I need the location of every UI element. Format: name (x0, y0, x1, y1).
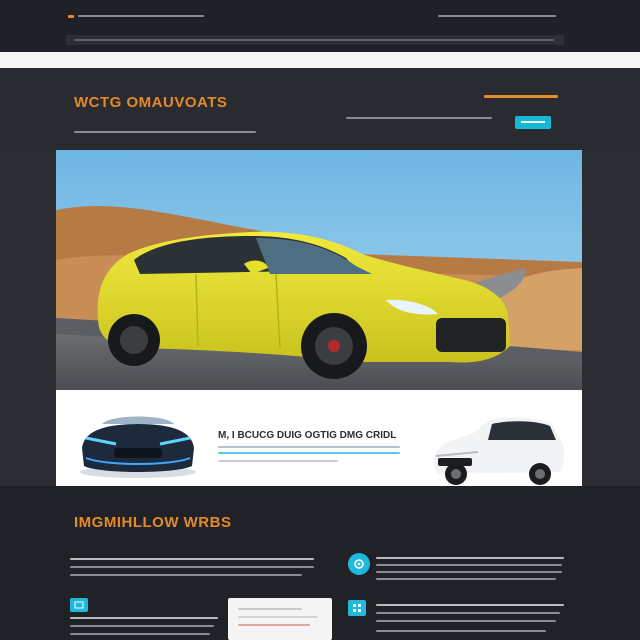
header-tagline (346, 117, 492, 119)
nav-brand-text[interactable] (78, 15, 204, 17)
body-text-line (70, 633, 210, 635)
body-text-line (376, 557, 564, 559)
header-subtitle (74, 131, 256, 133)
page-headline: WCTG OMAUVOATS (74, 94, 228, 111)
section-title: IMGMIHLLOW WRBS (74, 514, 232, 531)
hero-side-panel-right (582, 150, 640, 486)
nav-search-bar[interactable] (66, 35, 564, 45)
nav-links[interactable] (438, 15, 556, 17)
top-nav-bar (0, 0, 640, 52)
feature-caption: M, I BCUCG DUIG OGTIG DMG CRIDL (218, 430, 397, 441)
body-text-line (376, 564, 562, 566)
header-cta-button[interactable] (515, 116, 551, 129)
nav-logo-mark[interactable] (68, 15, 74, 18)
feature-caption-subline (218, 446, 400, 448)
document-icon-glyph (74, 601, 84, 609)
feature-caption-detail (218, 460, 338, 462)
body-text-line (376, 578, 556, 580)
body-text-line (70, 617, 218, 619)
hero-side-panel-left (0, 150, 56, 486)
grid-icon-glyph (353, 604, 361, 612)
white-suv-thumbnail[interactable] (428, 412, 568, 486)
card-text-line (238, 616, 318, 618)
body-text-line (376, 604, 564, 606)
body-text-line (376, 612, 560, 614)
gear-icon-glyph (354, 559, 364, 569)
preview-card[interactable] (228, 598, 332, 640)
grid-icon[interactable] (348, 600, 366, 616)
body-text-line (376, 630, 546, 632)
header-orange-link[interactable] (484, 95, 558, 98)
body-text-line (70, 558, 314, 560)
feature-row: M, I BCUCG DUIG OGTIG DMG CRIDL (56, 390, 582, 486)
body-text-line (70, 625, 214, 627)
gear-icon[interactable] (348, 553, 370, 575)
hero-image (56, 150, 582, 390)
divider-strip (0, 52, 640, 68)
body-text-line (70, 574, 302, 576)
card-text-line (238, 608, 302, 610)
blue-car-thumbnail[interactable] (76, 408, 200, 480)
body-text-line (376, 571, 562, 573)
feature-caption-accent (218, 452, 400, 454)
hero-car-illustration (56, 150, 582, 390)
body-text-line (70, 566, 314, 568)
document-icon[interactable] (70, 598, 88, 612)
card-text-line (238, 624, 310, 626)
body-text-line (376, 620, 556, 622)
nav-search-text (74, 39, 554, 41)
